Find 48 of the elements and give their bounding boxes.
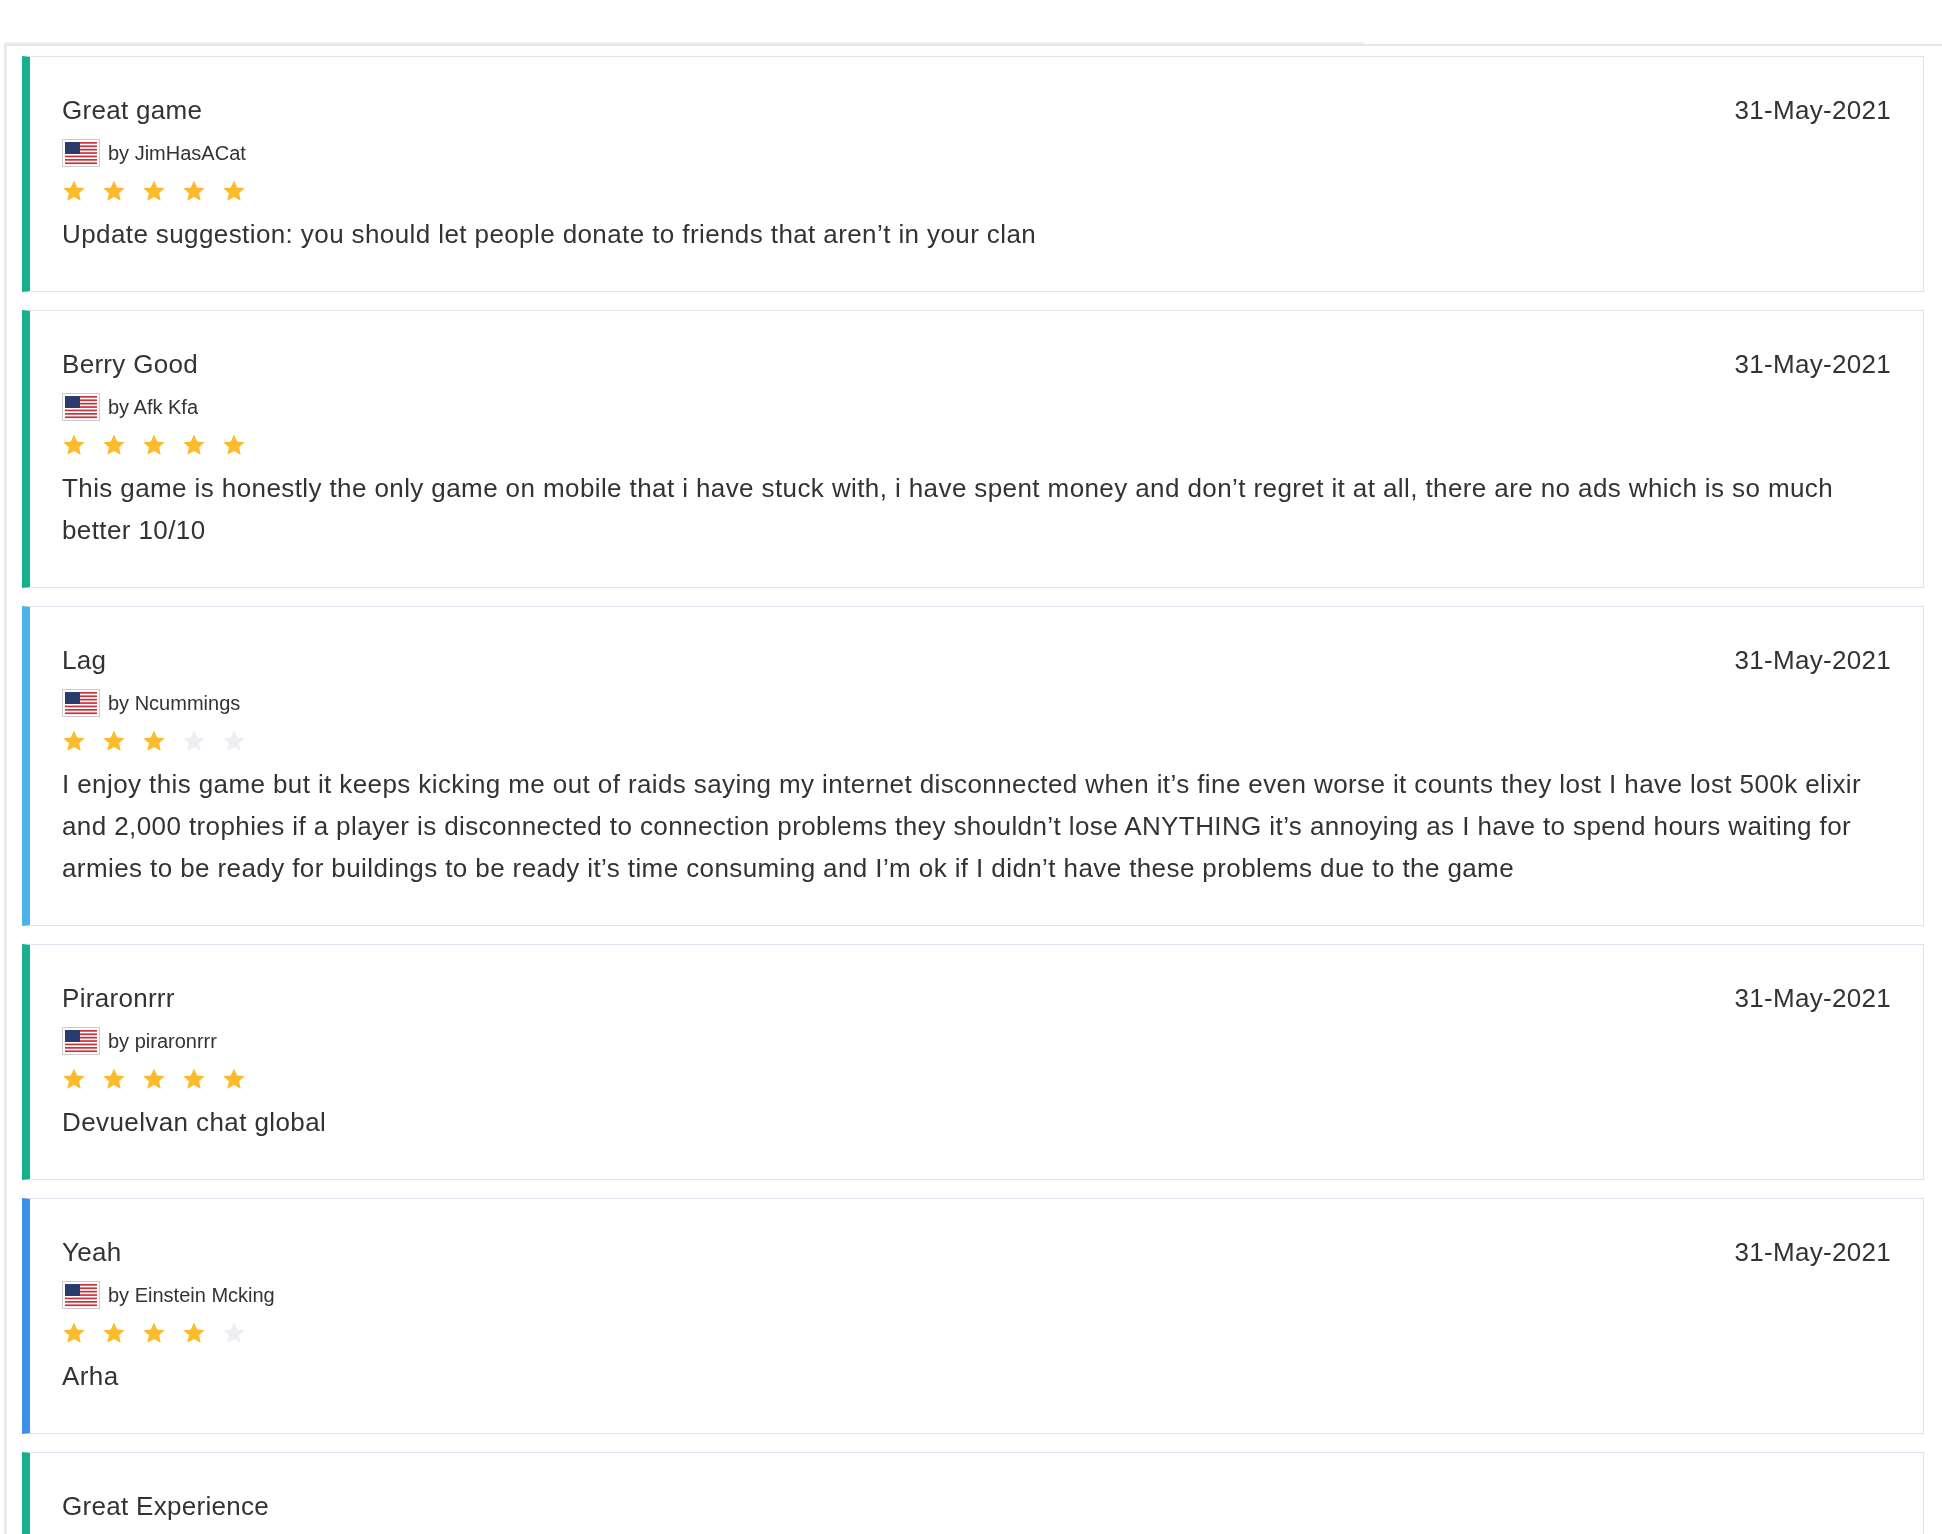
review-author: by JimHasACat bbox=[108, 141, 246, 166]
review-author: by Ncummings bbox=[108, 691, 241, 716]
star-icon bbox=[142, 433, 166, 457]
star-icon bbox=[182, 1067, 206, 1091]
star-icon bbox=[142, 179, 166, 203]
review-text: Devuelvan chat global bbox=[62, 1106, 328, 1139]
review-text: Arha bbox=[62, 1360, 120, 1393]
review-text: This game is honestly the only game on mobile that i have stuck with, i have spent money and don’t regret it at all, there are no ads which is so much better 10/10 bbox=[62, 472, 1835, 547]
review-date: 31-May-2021 bbox=[1734, 644, 1891, 677]
star-icon bbox=[142, 1067, 166, 1091]
review-date: 31-May-2021 bbox=[1734, 94, 1891, 127]
star-icon bbox=[222, 433, 246, 457]
review-title: Berry Good bbox=[62, 348, 198, 381]
star-icon bbox=[222, 179, 246, 203]
star-icon bbox=[62, 729, 86, 753]
star-icon bbox=[102, 729, 126, 753]
review-text: Update suggestion: you should let people donate to friends that aren’t in your clan bbox=[62, 218, 1038, 251]
star-icon bbox=[102, 433, 126, 457]
review-title: Lag bbox=[62, 644, 107, 677]
star-icon bbox=[62, 1321, 86, 1345]
star-icon bbox=[62, 179, 86, 203]
review-author: by Einstein Mcking bbox=[108, 1283, 275, 1308]
review-title: Great game bbox=[62, 94, 203, 127]
star-icon bbox=[62, 1067, 86, 1091]
review-date: 31-May-2021 bbox=[1734, 982, 1891, 1015]
flag-icon bbox=[62, 139, 100, 167]
flag-icon bbox=[62, 1027, 100, 1055]
star-icon bbox=[182, 179, 206, 203]
review-author: by Afk Kfa bbox=[108, 395, 199, 420]
review-title: Yeah bbox=[62, 1236, 122, 1269]
star-icon bbox=[102, 1067, 126, 1091]
review-author: by piraronrrr bbox=[108, 1029, 217, 1054]
star-icon bbox=[102, 1321, 126, 1345]
review-text: I enjoy this game but it keeps kicking me out of raids saying my internet disconnected when it’s fine even worse it counts they lost I have lost 500k elixir and 2,000 trophies if a player is disconnected to connection problems they shouldn’t lose ANYTHING it’s annoying as I have to spend hours waiting for armies to be ready for buildings to be ready it’s time consuming and I’m ok if I didn’t have these problems due to the game bbox=[62, 768, 1863, 885]
star-icon bbox=[142, 729, 166, 753]
star-icon bbox=[102, 179, 126, 203]
flag-icon bbox=[62, 1281, 100, 1309]
star-icon bbox=[142, 1321, 166, 1345]
review-title: Piraronrrr bbox=[62, 982, 175, 1015]
flag-icon bbox=[62, 689, 100, 717]
review-date: 31-May-2021 bbox=[1734, 348, 1891, 381]
review-title: Great Experience bbox=[62, 1490, 270, 1523]
flag-icon bbox=[62, 393, 100, 421]
star-icon bbox=[182, 433, 206, 457]
review-date: 31-May-2021 bbox=[1734, 1236, 1891, 1269]
star-icon bbox=[62, 433, 86, 457]
star-icon bbox=[182, 1321, 206, 1345]
star-icon bbox=[222, 1067, 246, 1091]
